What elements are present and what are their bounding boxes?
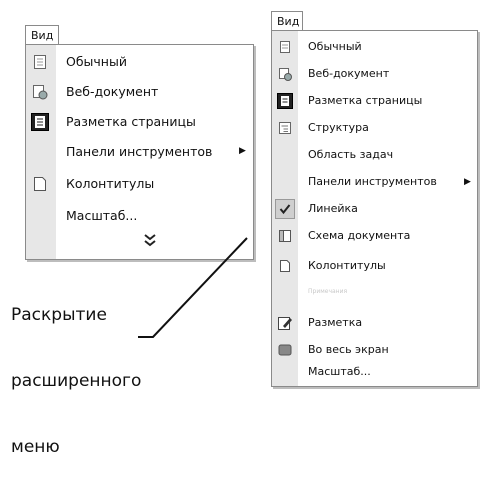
caption-line: меню [11, 437, 60, 457]
caption-pointer-line [138, 237, 248, 338]
